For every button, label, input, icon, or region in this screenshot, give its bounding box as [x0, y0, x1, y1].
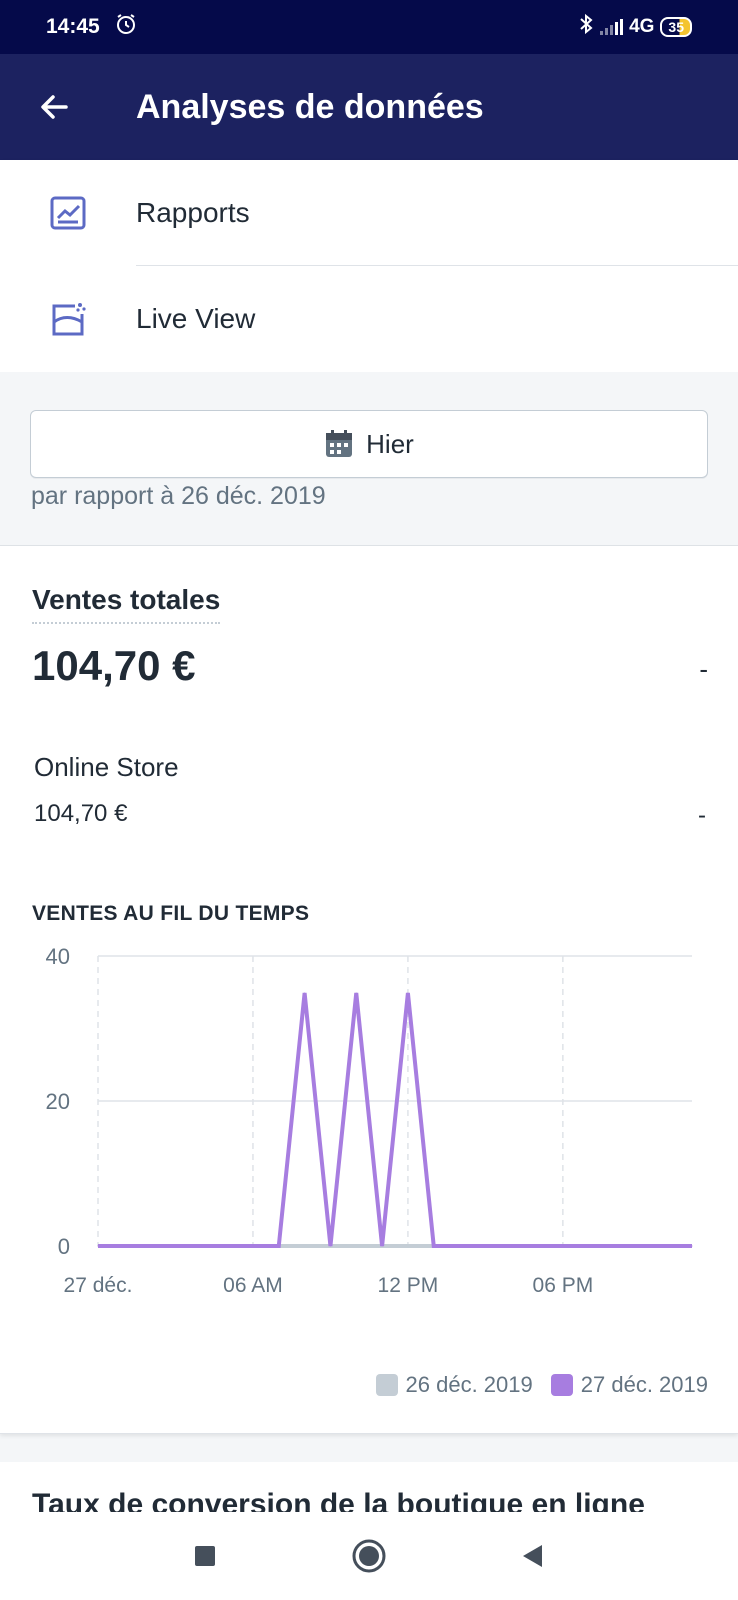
series-line-2 [98, 992, 692, 1248]
menu-item-reports[interactable]: Rapports [0, 160, 738, 266]
sales-over-time-chart: 40 20 0 27 déc. 06 AM 12 PM 06 PM [46, 946, 693, 1297]
analytics-menu: Rapports Live View [0, 160, 738, 372]
status-time: 14:45 [46, 15, 100, 38]
data-point [407, 992, 409, 994]
data-point [691, 1245, 693, 1247]
back-nav-button[interactable] [511, 1534, 555, 1578]
status-bar: 14:45 4G 35 [0, 0, 738, 54]
data-point [304, 992, 306, 994]
bluetooth-icon [578, 13, 594, 41]
data-point [639, 1245, 641, 1247]
x-tick-label: 06 PM [533, 1274, 594, 1297]
data-point [304, 1245, 306, 1247]
battery-level: 35 [668, 19, 684, 35]
data-point [355, 1245, 357, 1247]
x-tick-label: 12 PM [378, 1274, 439, 1297]
data-point [484, 1245, 486, 1247]
data-point [433, 1245, 435, 1247]
data-point [407, 1245, 409, 1247]
total-sales-title[interactable]: Ventes totales [32, 584, 221, 624]
data-point [614, 1245, 616, 1247]
legend-item: 26 déc. 2019 [375, 1372, 533, 1398]
square-icon [195, 1546, 215, 1566]
data-point [381, 1245, 383, 1247]
channel-name: Online Store [34, 752, 179, 782]
legend-item: 27 déc. 2019 [550, 1372, 708, 1398]
data-point [329, 1245, 331, 1247]
triangle-back-icon [523, 1545, 542, 1567]
arrow-left-icon [41, 95, 68, 119]
data-point [200, 1245, 202, 1247]
legend-swatch [375, 1374, 398, 1396]
x-tick-label: 06 AM [223, 1274, 283, 1297]
circle-icon [352, 1539, 386, 1573]
channel-value: 104,70 € [34, 800, 128, 827]
data-point [536, 1245, 538, 1247]
data-point [226, 1245, 228, 1247]
live-view-icon [48, 299, 88, 339]
data-point [459, 1245, 461, 1247]
data-point [665, 1245, 667, 1247]
data-point [123, 1245, 125, 1247]
legend-label: 27 déc. 2019 [580, 1372, 708, 1397]
date-range-button[interactable]: Hier [30, 410, 708, 478]
channel-change: - [698, 802, 706, 829]
alarm-icon [114, 12, 138, 42]
y-tick-label: 20 [46, 1089, 70, 1114]
chart-heading: VENTES AU FIL DU TEMPS [32, 902, 310, 925]
home-button[interactable] [347, 1534, 391, 1578]
y-tick-label: 0 [58, 1234, 70, 1259]
data-point [588, 1245, 590, 1247]
network-type: 4G [629, 16, 655, 37]
recent-apps-button[interactable] [183, 1534, 227, 1578]
data-point [562, 1245, 564, 1247]
data-point [149, 1245, 151, 1247]
menu-item-label: Rapports [136, 197, 250, 228]
data-point [278, 1245, 280, 1247]
battery-icon: 35 [660, 17, 692, 37]
y-tick-label: 40 [46, 946, 70, 969]
legend-swatch [550, 1374, 573, 1396]
data-point [510, 1245, 512, 1247]
menu-item-label: Live View [136, 303, 256, 334]
signal-icon [600, 19, 624, 35]
app-bar: Analyses de données [0, 54, 738, 160]
reports-chart-icon [48, 193, 88, 233]
total-sales-card: Ventes totales 104,70 € - Online Store 1… [0, 546, 738, 1434]
date-filter-section: Hier par rapport à 26 déc. 2019 [0, 372, 738, 546]
data-point [97, 1245, 99, 1247]
chart-legend: 26 déc. 2019 27 déc. 2019 [368, 1372, 708, 1398]
data-point [252, 1245, 254, 1247]
comparison-text: par rapport à 26 déc. 2019 [31, 482, 326, 510]
total-sales-change: - [699, 654, 708, 684]
back-button[interactable] [24, 77, 84, 137]
page-title: Analyses de données [136, 87, 484, 126]
x-tick-label: 27 déc. [64, 1274, 133, 1297]
total-sales-value: 104,70 € [32, 642, 196, 689]
calendar-icon [326, 430, 353, 457]
data-point [355, 992, 357, 994]
legend-label: 26 déc. 2019 [405, 1372, 533, 1397]
system-navigation-bar [0, 1512, 738, 1600]
data-point [174, 1245, 176, 1247]
date-range-label: Hier [366, 428, 414, 459]
menu-item-live-view[interactable]: Live View [0, 266, 738, 372]
